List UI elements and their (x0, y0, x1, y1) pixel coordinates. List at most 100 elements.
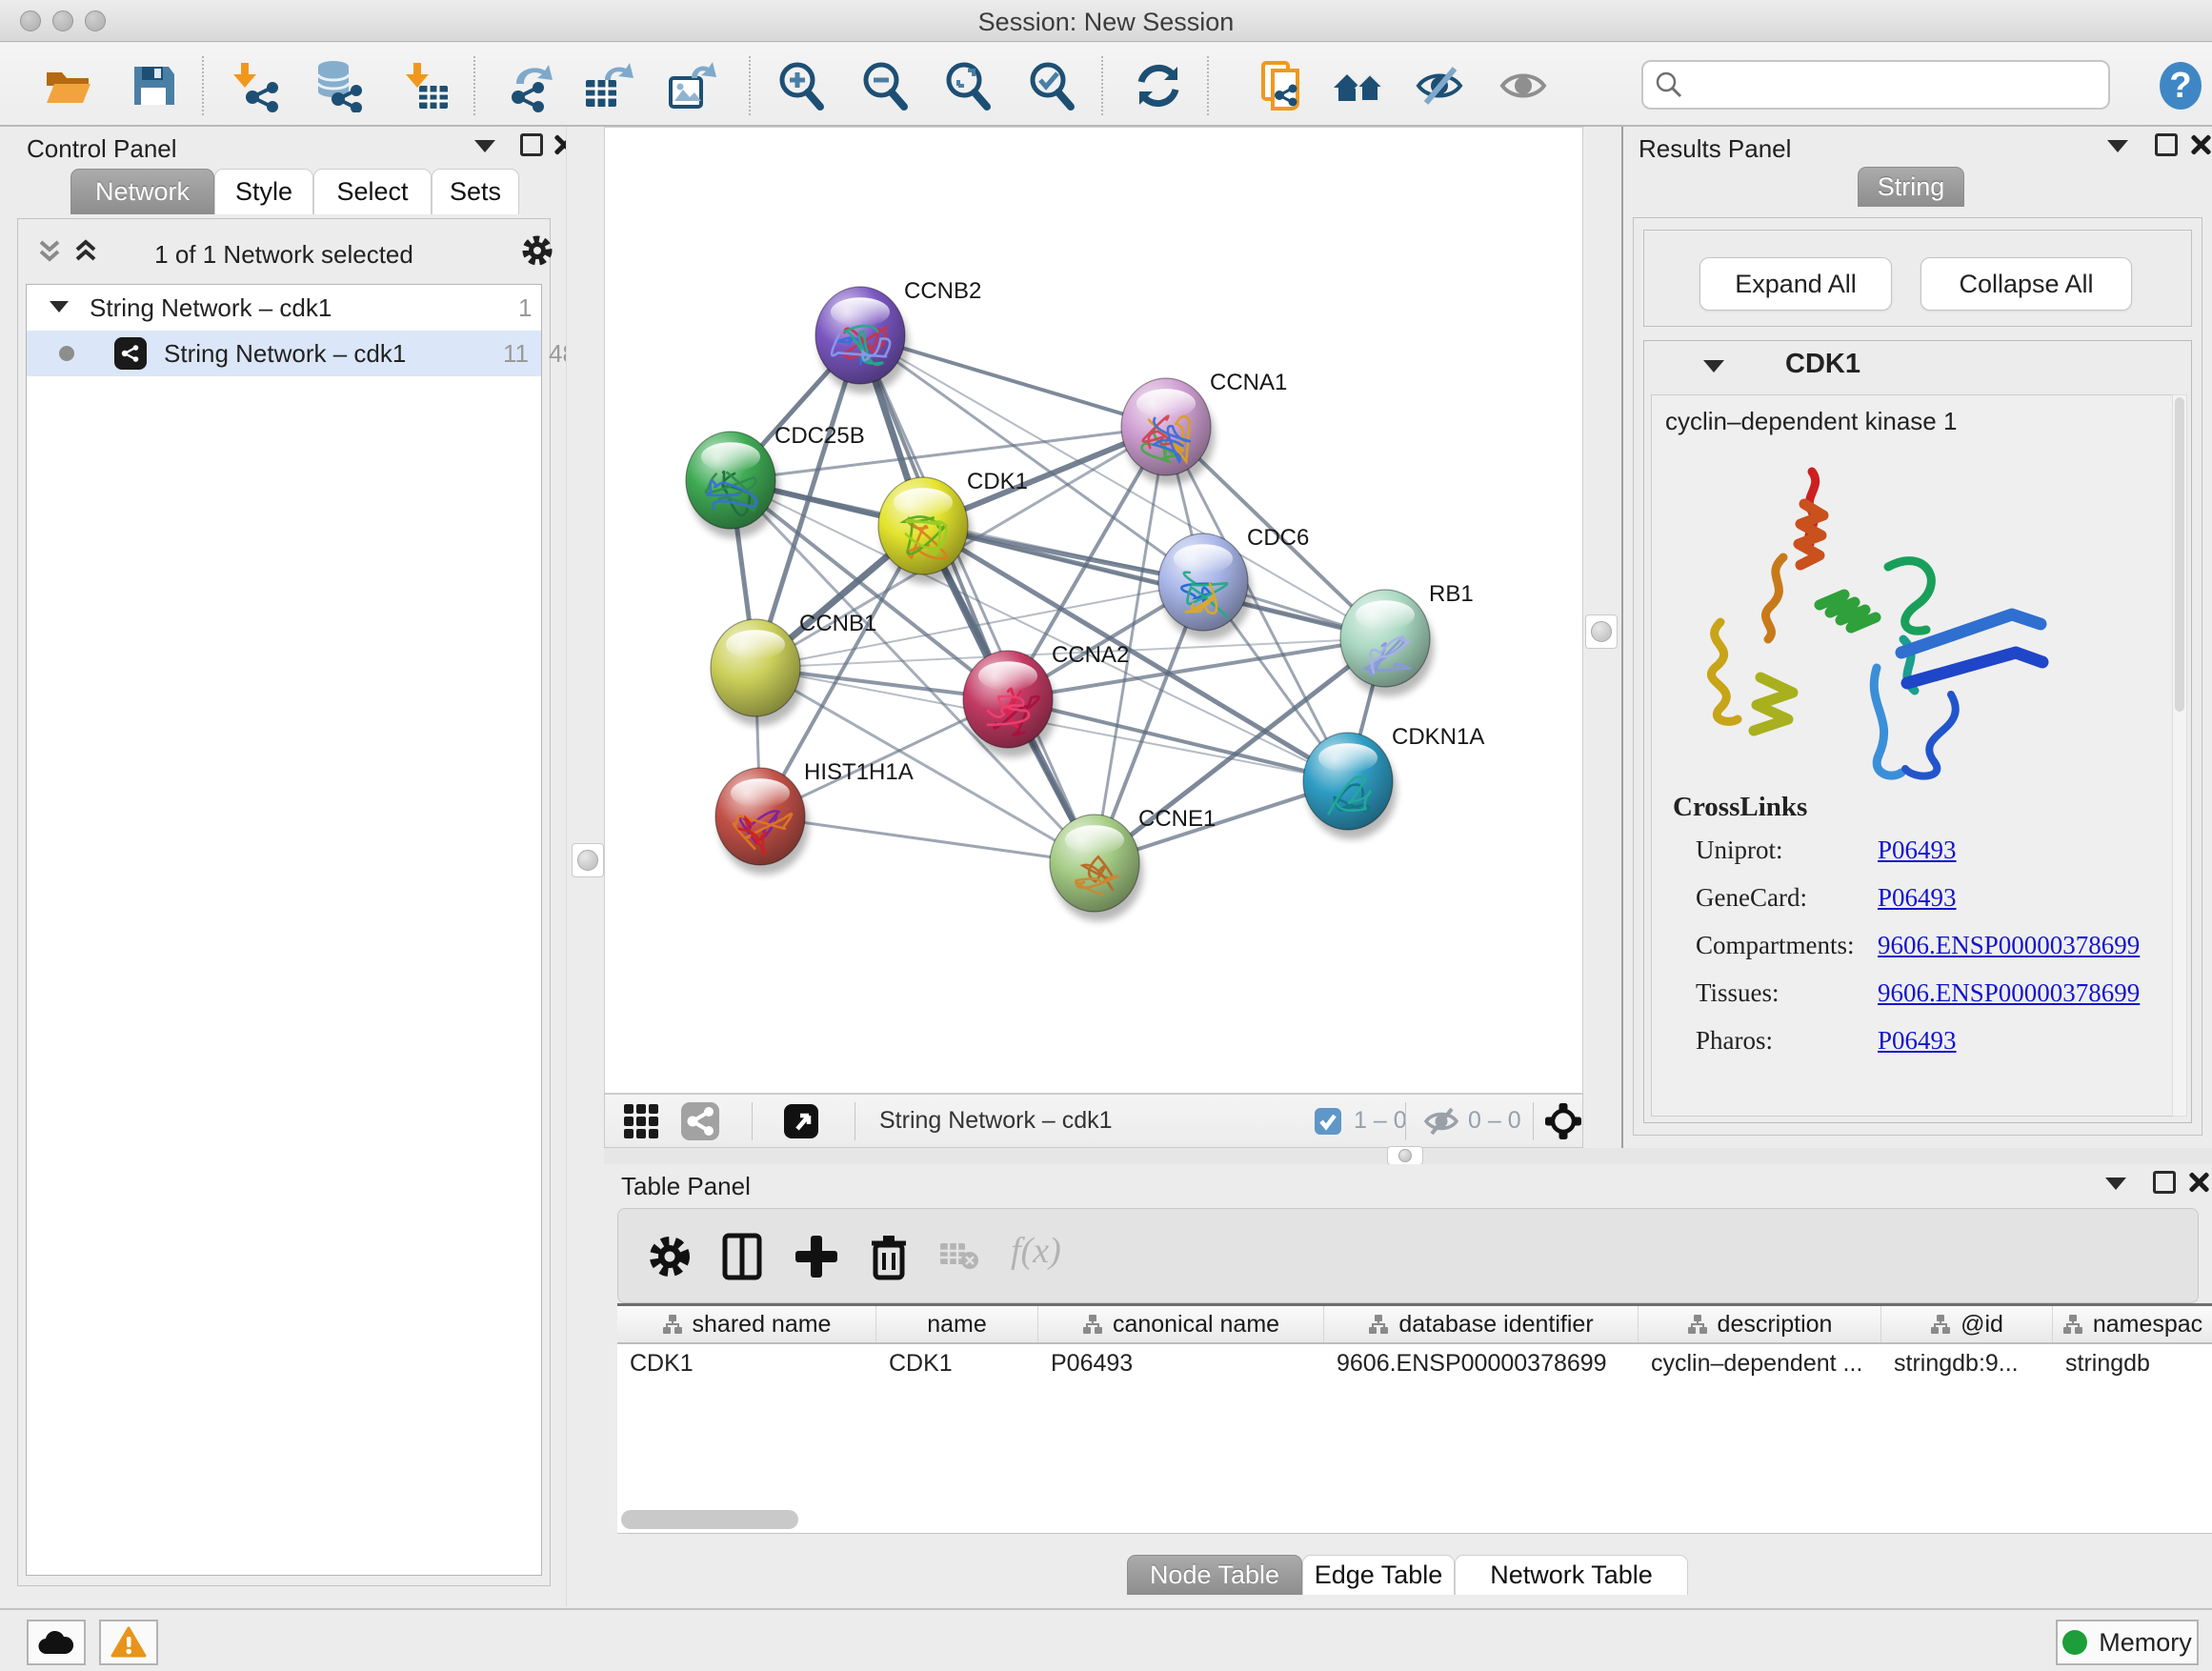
import-table-icon[interactable] (398, 59, 452, 112)
network-node-CDC25B[interactable] (686, 432, 779, 538)
column-header[interactable]: canonical name (1038, 1306, 1324, 1342)
tab-sets[interactable]: Sets (432, 169, 519, 214)
network-node-CDK1[interactable] (878, 477, 972, 584)
birdseye-navigator-icon[interactable] (1544, 1102, 1582, 1140)
add-column-icon[interactable] (792, 1232, 841, 1281)
column-header[interactable]: database identifier (1324, 1306, 1639, 1342)
zoom-fit-icon[interactable] (941, 59, 995, 112)
string-network-graph[interactable]: CCNB2CCNA1CDC25BCDK1CDC6RB1CCNB1CCNA2CDK… (605, 128, 1582, 1093)
svg-text:CCNA2: CCNA2 (1052, 642, 1129, 668)
warnings-button[interactable] (99, 1620, 158, 1665)
right-splitter-handle[interactable] (1585, 614, 1618, 649)
toolbar-separator (1533, 1102, 1534, 1140)
results-panel-float-icon[interactable] (2155, 133, 2178, 156)
cloud-status-button[interactable] (27, 1620, 86, 1665)
status-bar: Memory (0, 1608, 2212, 1671)
home-icon[interactable] (1332, 59, 1385, 112)
network-node-CCNB2[interactable] (815, 287, 909, 393)
toolbar-separator (749, 56, 751, 115)
toolbar-separator (202, 56, 204, 115)
node-table[interactable]: shared name name canonical name database… (617, 1303, 2212, 1534)
crosslink-genecard-link[interactable]: P06493 (1878, 883, 1957, 913)
tab-style[interactable]: Style (214, 169, 313, 214)
network-node-CCNE1[interactable] (1050, 815, 1143, 921)
grid-view-icon[interactable] (620, 1100, 662, 1142)
gene-description: cyclin–dependent kinase 1 (1665, 407, 1957, 436)
network-node-CDC6[interactable] (1158, 534, 1252, 640)
crosslink-label: Tissues: (1696, 978, 1780, 1008)
table-panel-menu-icon[interactable] (2105, 1178, 2126, 1190)
gene-section-expander-icon[interactable] (1703, 360, 1724, 372)
hide-panel-eye-slash-icon[interactable] (1413, 59, 1466, 112)
hidden-eye-slash-icon[interactable] (1422, 1104, 1460, 1138)
collection-expander-icon[interactable] (50, 301, 69, 312)
network-collection-row[interactable]: String Network – cdk1 1 (27, 285, 541, 331)
right-splitter[interactable] (1583, 127, 1621, 1148)
refresh-icon[interactable] (1132, 59, 1185, 112)
network-node-CDKN1A[interactable] (1303, 733, 1397, 839)
search-field[interactable] (1641, 60, 2110, 110)
open-session-icon[interactable] (41, 59, 94, 112)
left-splitter-handle[interactable] (572, 843, 604, 877)
network-node-CCNA1[interactable] (1121, 378, 1215, 485)
horizontal-splitter-handle[interactable] (1387, 1146, 1423, 1165)
zoom-selected-icon[interactable] (1025, 59, 1078, 112)
crosslink-uniprot-link[interactable]: P06493 (1878, 836, 1957, 865)
tab-select[interactable]: Select (313, 169, 432, 214)
horizontal-splitter[interactable] (604, 1148, 2212, 1164)
collapse-all-button[interactable]: Collapse All (1920, 257, 2132, 311)
network-options-gear-icon[interactable] (519, 232, 555, 269)
results-panel-close-icon[interactable] (2187, 132, 2212, 157)
left-splitter[interactable] (566, 127, 604, 1606)
save-session-icon[interactable] (127, 59, 180, 112)
expand-all-button[interactable]: Expand All (1699, 257, 1892, 311)
selected-checkbox-icon[interactable] (1314, 1107, 1342, 1136)
table-options-gear-icon[interactable] (645, 1232, 694, 1281)
column-header[interactable]: name (876, 1306, 1038, 1342)
tab-network-table[interactable]: Network Table (1455, 1555, 1688, 1595)
column-header[interactable]: namespac (2053, 1306, 2212, 1342)
clone-network-icon[interactable] (1256, 59, 1309, 112)
tab-string-results[interactable]: String (1858, 167, 1964, 207)
column-header[interactable]: description (1639, 1306, 1881, 1342)
crosslink-compartments-link[interactable]: 9606.ENSP00000378699 (1878, 931, 2140, 960)
control-panel-menu-icon[interactable] (474, 140, 495, 152)
show-panel-eye-icon[interactable] (1497, 59, 1550, 112)
tab-network[interactable]: Network (70, 169, 214, 214)
tab-edge-table[interactable]: Edge Table (1302, 1555, 1455, 1595)
help-icon[interactable]: ? (2154, 59, 2207, 112)
export-network-icon[interactable] (503, 59, 556, 112)
string-app-icon (114, 337, 147, 370)
network-canvas[interactable]: CCNB2CCNA1CDC25BCDK1CDC6RB1CCNB1CCNA2CDK… (604, 127, 1583, 1094)
export-table-icon[interactable] (582, 59, 635, 112)
delete-column-trash-icon[interactable] (864, 1232, 914, 1281)
network-row-selected[interactable]: String Network – cdk1 11 48 (27, 331, 541, 376)
table-panel-float-icon[interactable] (2153, 1171, 2176, 1194)
table-row[interactable]: CDK1 CDK1 P06493 9606.ENSP00000378699 cy… (617, 1344, 2212, 1382)
network-node-RB1[interactable] (1340, 590, 1434, 696)
table-horizontal-scrollbar[interactable] (621, 1510, 798, 1529)
control-panel: Control Panel Network Style Select Sets … (0, 127, 566, 1606)
table-panel-close-icon[interactable] (2185, 1170, 2210, 1195)
crosslink-tissues-link[interactable]: 9606.ENSP00000378699 (1878, 978, 2140, 1008)
zoom-out-icon[interactable] (858, 59, 912, 112)
open-in-window-icon[interactable] (782, 1102, 820, 1140)
import-network-icon[interactable] (231, 59, 285, 112)
memory-button[interactable]: Memory (2056, 1620, 2199, 1665)
control-panel-title: Control Panel (27, 134, 177, 164)
crosslink-pharos-link[interactable]: P06493 (1878, 1026, 1957, 1056)
results-panel-menu-icon[interactable] (2107, 140, 2128, 152)
show-columns-icon[interactable] (717, 1232, 767, 1281)
tab-node-table[interactable]: Node Table (1127, 1555, 1302, 1595)
control-panel-float-icon[interactable] (520, 133, 543, 156)
network-node-HIST1H1A[interactable] (715, 768, 809, 875)
window-titlebar: Session: New Session (0, 0, 2212, 42)
zoom-in-icon[interactable] (774, 59, 828, 112)
results-scrollbar[interactable] (2172, 394, 2187, 1117)
column-header[interactable]: @id (1881, 1306, 2053, 1342)
results-button-bar: Expand All Collapse All (1643, 230, 2192, 327)
export-image-icon[interactable] (665, 59, 718, 112)
import-network-from-database-icon[interactable] (312, 59, 366, 112)
column-header[interactable]: shared name (617, 1306, 876, 1342)
string-view-icon[interactable] (679, 1100, 721, 1142)
